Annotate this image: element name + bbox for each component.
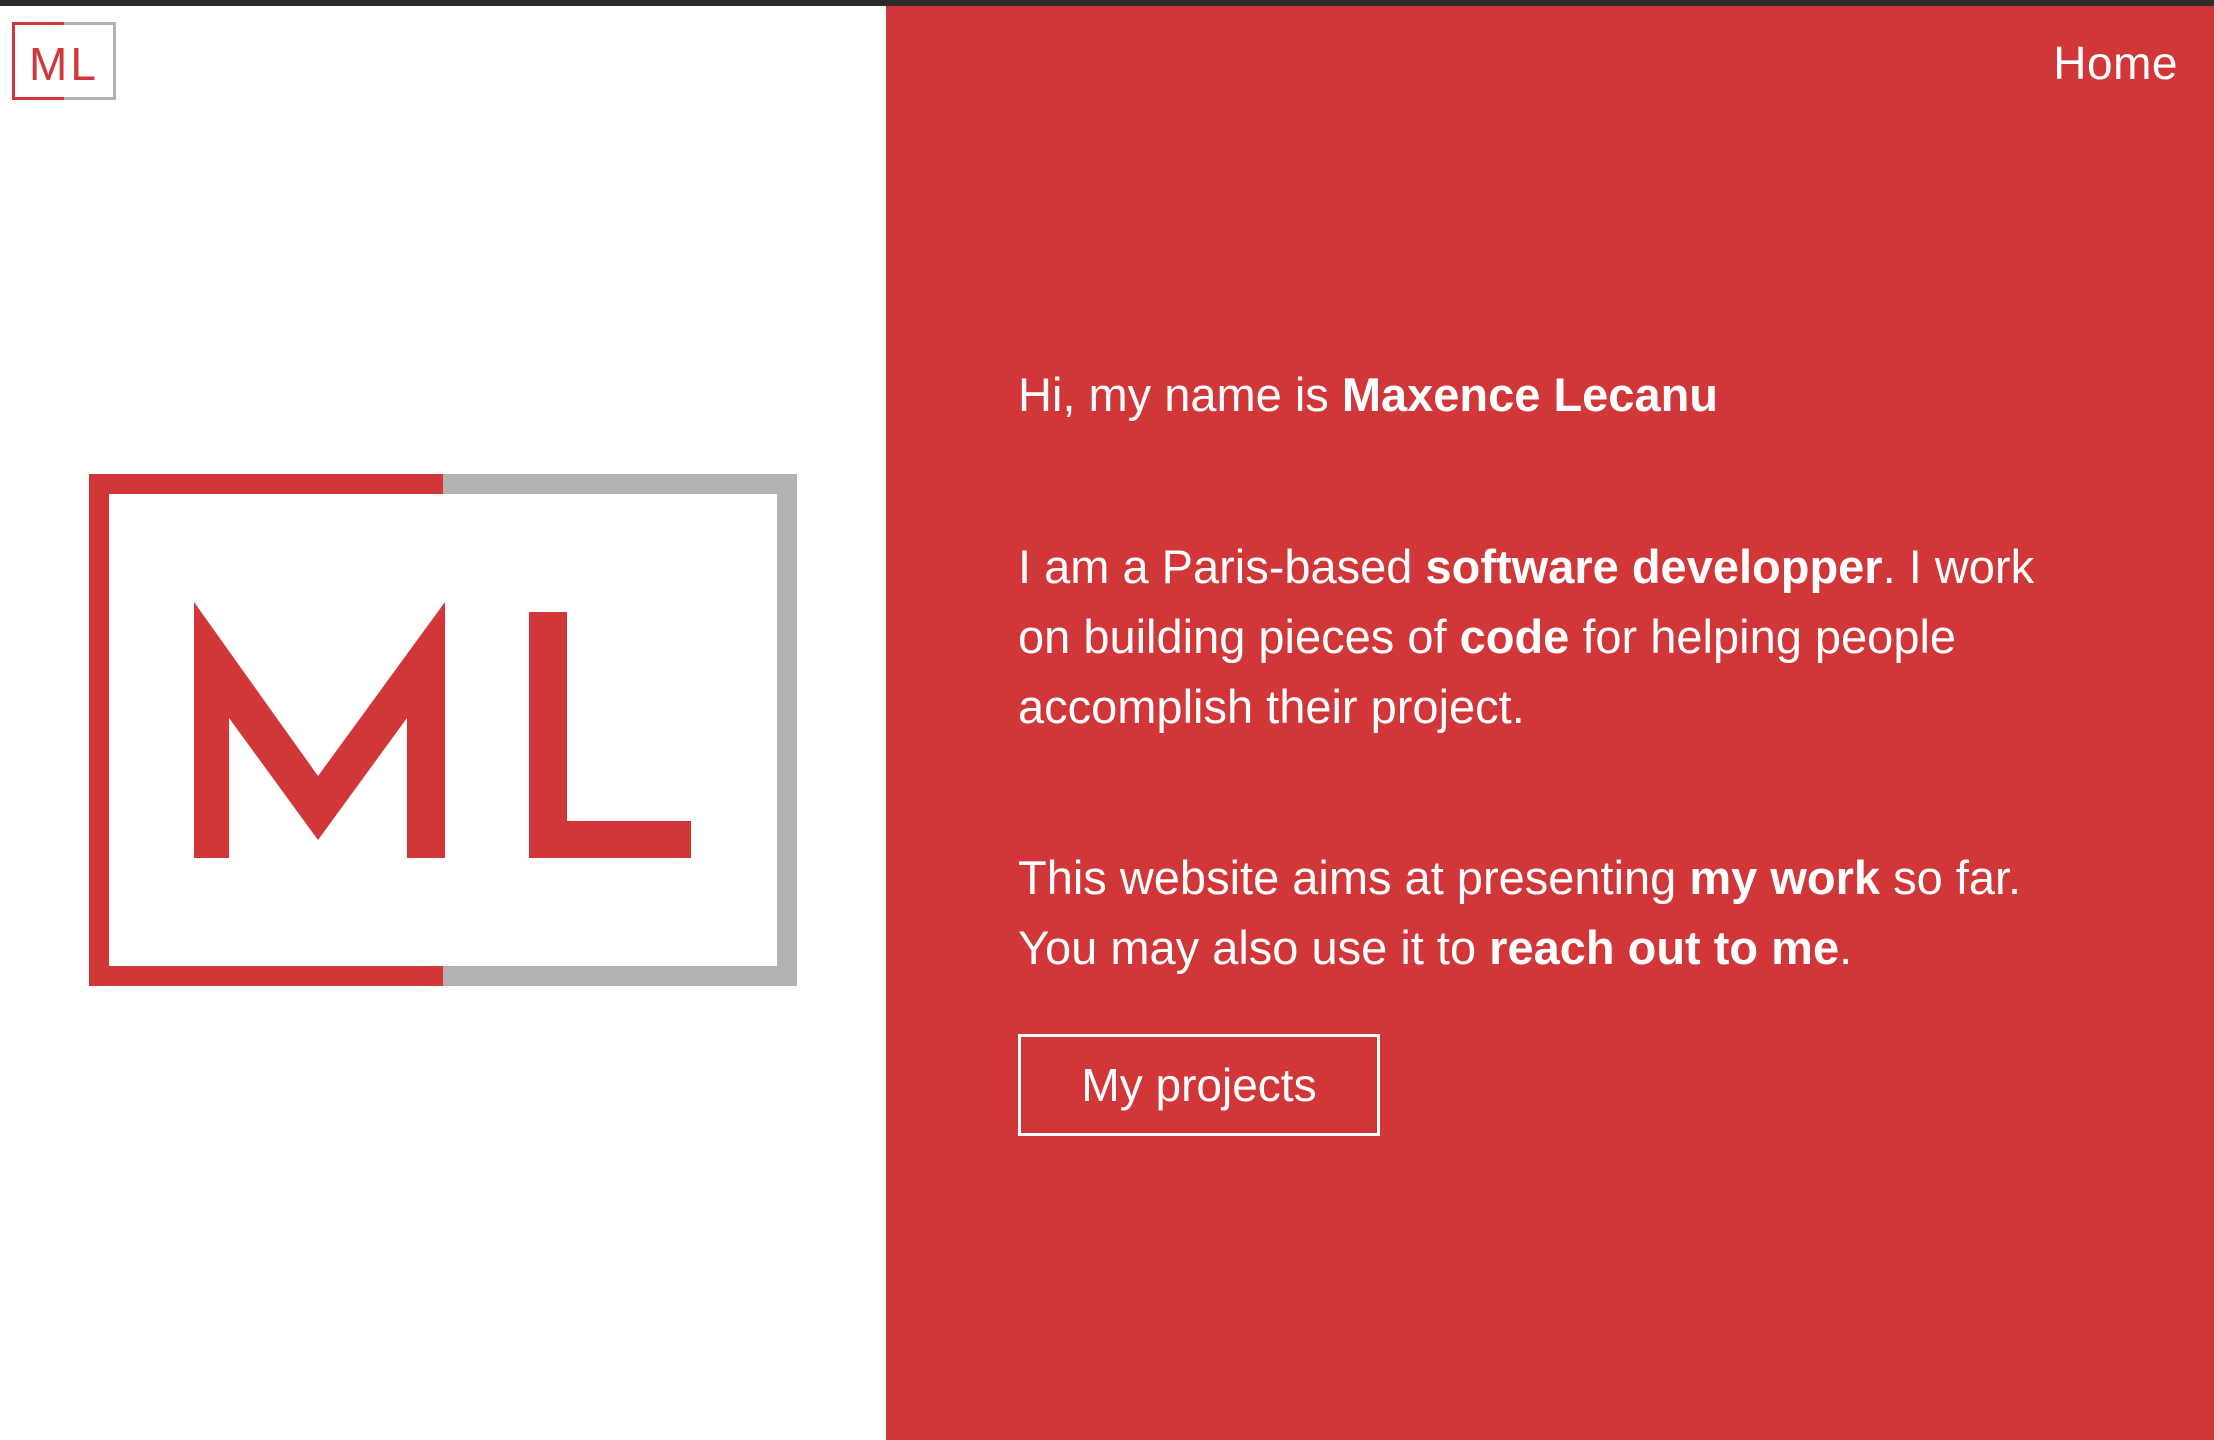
code-highlight: code	[1459, 610, 1570, 663]
left-pane: ML	[0, 6, 886, 1440]
contact-highlight: reach out to me	[1489, 921, 1840, 974]
author-name: Maxence Lecanu	[1341, 368, 1719, 421]
logo-letter-l	[529, 612, 691, 858]
small-logo-text: ML	[29, 38, 99, 90]
large-ml-logo	[89, 474, 797, 986]
logo-letter-m	[194, 602, 445, 858]
purpose-suffix: .	[1839, 921, 1853, 974]
intro-purpose: This website aims at presenting my work …	[1018, 843, 2078, 983]
nav-home-link[interactable]: Home	[2053, 36, 2178, 90]
my-projects-button[interactable]: My projects	[1018, 1034, 1380, 1136]
small-logo-link[interactable]: ML	[12, 22, 116, 100]
role-prefix: I am a Paris-based	[1018, 540, 1426, 593]
right-pane: Home Hi, my name is Maxence Lecanu I am …	[886, 6, 2214, 1440]
work-highlight: my work	[1689, 851, 1881, 904]
intro-greeting: Hi, my name is Maxence Lecanu	[1018, 360, 2078, 430]
purpose-prefix: This website aims at presenting	[1018, 851, 1690, 904]
greeting-prefix: Hi, my name is	[1018, 368, 1342, 421]
intro-role: I am a Paris-based software developper. …	[1018, 532, 2078, 742]
small-logo-icon: ML	[12, 22, 116, 100]
role-highlight: software developper	[1425, 540, 1883, 593]
